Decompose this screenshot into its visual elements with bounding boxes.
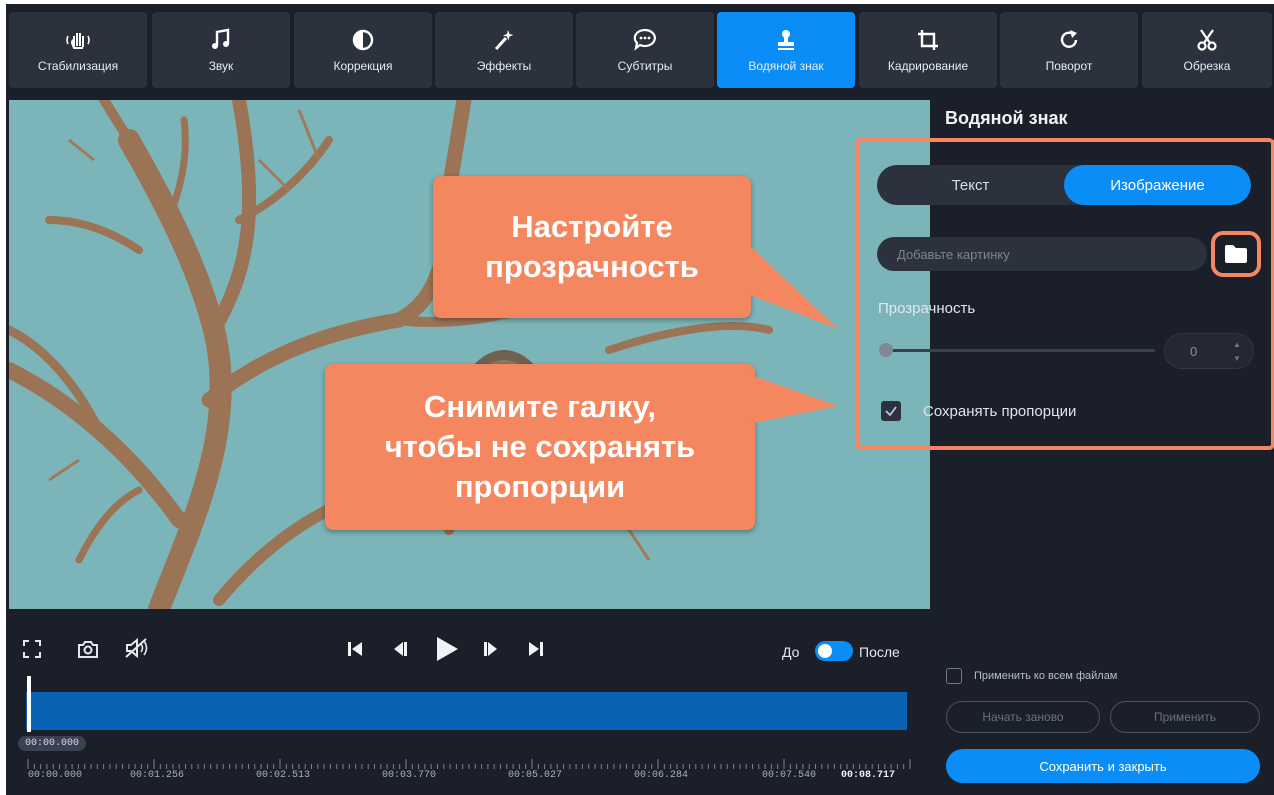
opacity-stepper[interactable]: 0 ▲ ▼ bbox=[1164, 333, 1254, 369]
tool-label: Водяной знак bbox=[748, 59, 824, 73]
tool-label: Кадрирование bbox=[887, 59, 969, 73]
tool-label: Эффекты bbox=[476, 59, 532, 73]
tool-label: Стабилизация bbox=[37, 59, 119, 73]
apply-all-label: Применить ко всем файлам bbox=[974, 670, 1118, 682]
opacity-callout: Настройте прозрачность bbox=[433, 176, 751, 318]
app-window: Стабилизация Звук Коррекция Эффекты Субт… bbox=[6, 4, 1274, 795]
tool-stabilization[interactable]: Стабилизация bbox=[9, 12, 147, 88]
tool-label: Поворот bbox=[1045, 59, 1093, 73]
tool-label: Звук bbox=[208, 59, 234, 73]
tool-label: Обрезка bbox=[1183, 59, 1231, 73]
callout-text: Снимите галку, bbox=[423, 389, 657, 424]
panel-title: Водяной знак bbox=[945, 108, 1068, 128]
browse-folder-button[interactable] bbox=[1211, 231, 1261, 277]
keep-proportions-checkbox[interactable] bbox=[881, 401, 901, 421]
play-button[interactable] bbox=[434, 635, 460, 668]
skip-end-icon bbox=[529, 642, 543, 656]
speaker-muted-icon bbox=[125, 637, 148, 659]
callout-text: пропорции bbox=[454, 469, 626, 504]
tab-image[interactable]: Изображение bbox=[1064, 165, 1251, 205]
ruler-label: 00:03.770 bbox=[382, 770, 437, 781]
stepper-down-icon[interactable]: ▼ bbox=[1233, 354, 1241, 363]
contrast-icon bbox=[352, 29, 374, 51]
tool-audio[interactable]: Звук bbox=[152, 12, 290, 88]
go-to-end-button[interactable] bbox=[527, 640, 545, 663]
tool-effects[interactable]: Эффекты bbox=[435, 12, 573, 88]
ruler-label: 00:02.513 bbox=[256, 770, 311, 781]
tool-trim[interactable]: Обрезка bbox=[1142, 12, 1272, 88]
ruler-label: 00:01.256 bbox=[130, 770, 185, 781]
mute-button[interactable] bbox=[124, 637, 150, 664]
tool-subtitles[interactable]: Субтитры bbox=[576, 12, 714, 88]
previous-frame-button[interactable] bbox=[391, 640, 409, 663]
opacity-value: 0 bbox=[1190, 344, 1198, 359]
opacity-label: Прозрачность bbox=[878, 300, 976, 317]
opacity-slider-track[interactable] bbox=[885, 349, 1155, 352]
callout-text: Настройте bbox=[511, 209, 673, 244]
step-back-icon bbox=[394, 642, 407, 656]
tool-watermark[interactable]: Водяной знак bbox=[717, 12, 855, 88]
before-after-toggle[interactable] bbox=[815, 641, 853, 661]
timeline-ruler bbox=[27, 759, 911, 769]
playhead[interactable] bbox=[27, 676, 31, 732]
callout-pointers bbox=[748, 244, 838, 424]
keep-proportions-label: Сохранять пропорции bbox=[923, 402, 1077, 420]
stepper-up-icon[interactable]: ▲ bbox=[1233, 340, 1241, 349]
ruler-label: 00:06.284 bbox=[634, 770, 689, 781]
image-path-input[interactable] bbox=[877, 237, 1207, 271]
tool-correction[interactable]: Коррекция bbox=[294, 12, 432, 88]
apply-all-checkbox[interactable] bbox=[946, 668, 962, 684]
music-note-icon bbox=[212, 28, 230, 49]
scissors-icon bbox=[1197, 29, 1217, 51]
fullscreen-button[interactable] bbox=[23, 640, 41, 663]
toggle-knob bbox=[818, 644, 832, 658]
reset-button[interactable]: Начать заново bbox=[946, 701, 1100, 733]
callout-text: чтобы не сохранять bbox=[384, 429, 696, 464]
timeline-clip-track[interactable] bbox=[26, 692, 907, 730]
ruler-label: 00:00.000 bbox=[28, 770, 83, 781]
skip-start-icon bbox=[348, 642, 362, 656]
stamp-icon bbox=[778, 30, 794, 50]
camera-icon bbox=[78, 641, 98, 658]
ruler-label-end: 00:08.717 bbox=[841, 770, 896, 781]
tab-text[interactable]: Текст bbox=[877, 165, 1064, 205]
hand-stabilization-icon bbox=[66, 33, 90, 49]
before-label: До bbox=[782, 644, 800, 660]
tool-crop[interactable]: Кадрирование bbox=[859, 12, 997, 88]
ruler-label: 00:05.027 bbox=[508, 770, 563, 781]
snapshot-button[interactable] bbox=[77, 639, 99, 664]
watermark-type-toggle: Текст Изображение bbox=[877, 165, 1251, 205]
save-and-close-button[interactable]: Сохранить и закрыть bbox=[946, 749, 1260, 783]
apply-button[interactable]: Применить bbox=[1110, 701, 1260, 733]
folder-icon bbox=[1225, 245, 1247, 263]
tool-label: Субтитры bbox=[617, 59, 673, 73]
apply-all-row: Применить ко всем файлам bbox=[946, 668, 1117, 684]
speech-bubble-icon bbox=[633, 28, 656, 51]
next-frame-button[interactable] bbox=[482, 640, 500, 663]
crop-icon bbox=[918, 30, 938, 50]
proportions-callout: Снимите галку, чтобы не сохранять пропор… bbox=[325, 364, 755, 530]
ruler-label: 00:07.540 bbox=[762, 770, 817, 781]
tools-toolbar: Стабилизация Звук Коррекция Эффекты Субт… bbox=[6, 4, 1274, 92]
checkmark-icon bbox=[885, 406, 897, 417]
step-forward-icon bbox=[484, 642, 497, 656]
magic-wand-icon bbox=[494, 30, 514, 51]
keep-proportions-row: Сохранять пропорции bbox=[881, 401, 1076, 421]
after-label: После bbox=[859, 644, 900, 660]
rotate-icon bbox=[1060, 30, 1078, 48]
go-to-start-button[interactable] bbox=[346, 640, 364, 663]
tool-label: Коррекция bbox=[333, 59, 393, 73]
tool-rotate[interactable]: Поворот bbox=[1000, 12, 1138, 88]
fullscreen-icon bbox=[23, 640, 41, 658]
current-time-badge: 00:00.000 bbox=[18, 736, 87, 751]
callout-text: прозрачность bbox=[485, 249, 699, 284]
play-icon bbox=[437, 637, 458, 661]
opacity-slider-handle[interactable] bbox=[879, 343, 893, 357]
